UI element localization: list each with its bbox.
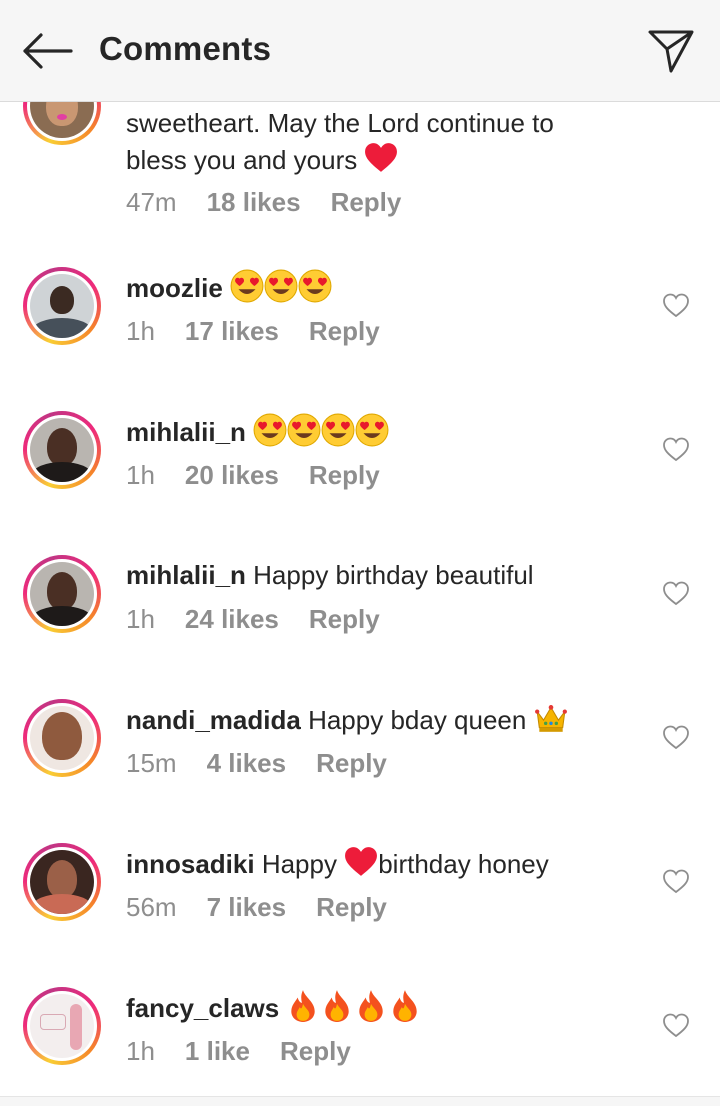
heart-eyes-icon [298, 269, 332, 303]
heart-eyes-icon [264, 269, 298, 303]
fire-icon [388, 989, 422, 1023]
comment-text: mihlalii_n [126, 413, 389, 450]
paper-plane-icon [648, 30, 694, 73]
comment-text: fancy_claws [126, 989, 422, 1026]
like-heart-icon[interactable] [662, 436, 690, 462]
heart-eyes-icon [355, 413, 389, 447]
comment-time: 56m [126, 892, 177, 922]
reply-button[interactable]: Reply [309, 460, 380, 490]
comment-username[interactable]: nandi_madida [126, 705, 301, 735]
arrow-left-icon [23, 33, 73, 69]
reply-button[interactable]: Reply [316, 892, 387, 922]
avatar[interactable] [23, 411, 101, 489]
comment-username[interactable]: mihlalii_n [126, 417, 246, 447]
comment-meta: 1h 1 like Reply [126, 1033, 381, 1069]
comment-text-line: bless you and yours [126, 145, 358, 175]
comment-text: moozlie [126, 269, 332, 306]
comment-body: Happy bday queen [308, 705, 527, 735]
heart-eyes-icon [321, 413, 355, 447]
fire-icon [354, 989, 388, 1023]
comment-time: 1h [126, 1036, 155, 1066]
comment-body-start: Happy [261, 849, 337, 879]
page-title: Comments [99, 30, 272, 67]
avatar[interactable] [23, 843, 101, 921]
comment-time: 1h [126, 460, 155, 490]
avatar[interactable] [23, 555, 101, 633]
comment-likes[interactable]: 20 likes [185, 460, 279, 490]
like-heart-icon[interactable] [662, 292, 690, 318]
avatar[interactable] [23, 699, 101, 777]
comment-time: 15m [126, 748, 177, 778]
comment-username[interactable]: innosadiki [126, 849, 255, 879]
comment-text: sweetheart. May the Lord continue to [126, 108, 554, 138]
red-heart-icon [364, 141, 398, 175]
comment-text: bless you and yours [126, 141, 398, 178]
comment-time: 1h [126, 604, 155, 634]
comment-likes[interactable]: 4 likes [207, 748, 287, 778]
comment-username[interactable]: moozlie [126, 273, 223, 303]
comment-body: Happy birthday beautiful [253, 560, 534, 590]
comment-time: 1h [126, 316, 155, 346]
comment-username[interactable]: mihlalii_n [126, 560, 246, 590]
comment-meta: 15m 4 likes Reply [126, 745, 417, 781]
comment-likes[interactable]: 17 likes [185, 316, 279, 346]
fire-icon [286, 989, 320, 1023]
comment-time: 47m [126, 187, 177, 217]
comment-username[interactable]: fancy_claws [126, 993, 279, 1023]
avatar[interactable] [23, 987, 101, 1065]
fire-icon [320, 989, 354, 1023]
comment-meta: 56m 7 likes Reply [126, 889, 417, 925]
comment-likes[interactable]: 1 like [185, 1036, 250, 1066]
comment-meta: 1h 20 likes Reply [126, 457, 410, 493]
reply-button[interactable]: Reply [316, 748, 387, 778]
reply-button[interactable]: Reply [309, 316, 380, 346]
comment-text: nandi_madida Happy bday queen [126, 701, 568, 738]
like-heart-icon[interactable] [662, 580, 690, 606]
red-heart-icon [344, 845, 378, 879]
like-heart-icon[interactable] [662, 868, 690, 894]
comment-meta: 47m 18 likes Reply [126, 184, 431, 220]
heart-eyes-icon [253, 413, 287, 447]
comment-body-end: birthday honey [378, 849, 549, 879]
comment-meta: 1h 17 likes Reply [126, 313, 410, 349]
comment-likes[interactable]: 7 likes [207, 892, 287, 922]
reply-button[interactable]: Reply [309, 604, 380, 634]
comment-likes[interactable]: 24 likes [185, 604, 279, 634]
comment-meta: 1h 24 likes Reply [126, 601, 410, 637]
header-bar: Comments [0, 0, 720, 102]
comment-text: innosadiki Happy birthday honey [126, 845, 549, 882]
reply-button[interactable]: Reply [331, 187, 402, 217]
reply-button[interactable]: Reply [280, 1036, 351, 1066]
crown-icon [534, 701, 568, 735]
comment-text: mihlalii_n Happy birthday beautiful [126, 557, 534, 593]
comment-likes[interactable]: 18 likes [207, 187, 301, 217]
back-button[interactable] [18, 26, 76, 76]
share-button[interactable] [644, 24, 698, 78]
like-heart-icon[interactable] [662, 1012, 690, 1038]
avatar[interactable] [23, 267, 101, 345]
heart-eyes-icon [230, 269, 264, 303]
like-heart-icon[interactable] [662, 724, 690, 750]
heart-eyes-icon [287, 413, 321, 447]
